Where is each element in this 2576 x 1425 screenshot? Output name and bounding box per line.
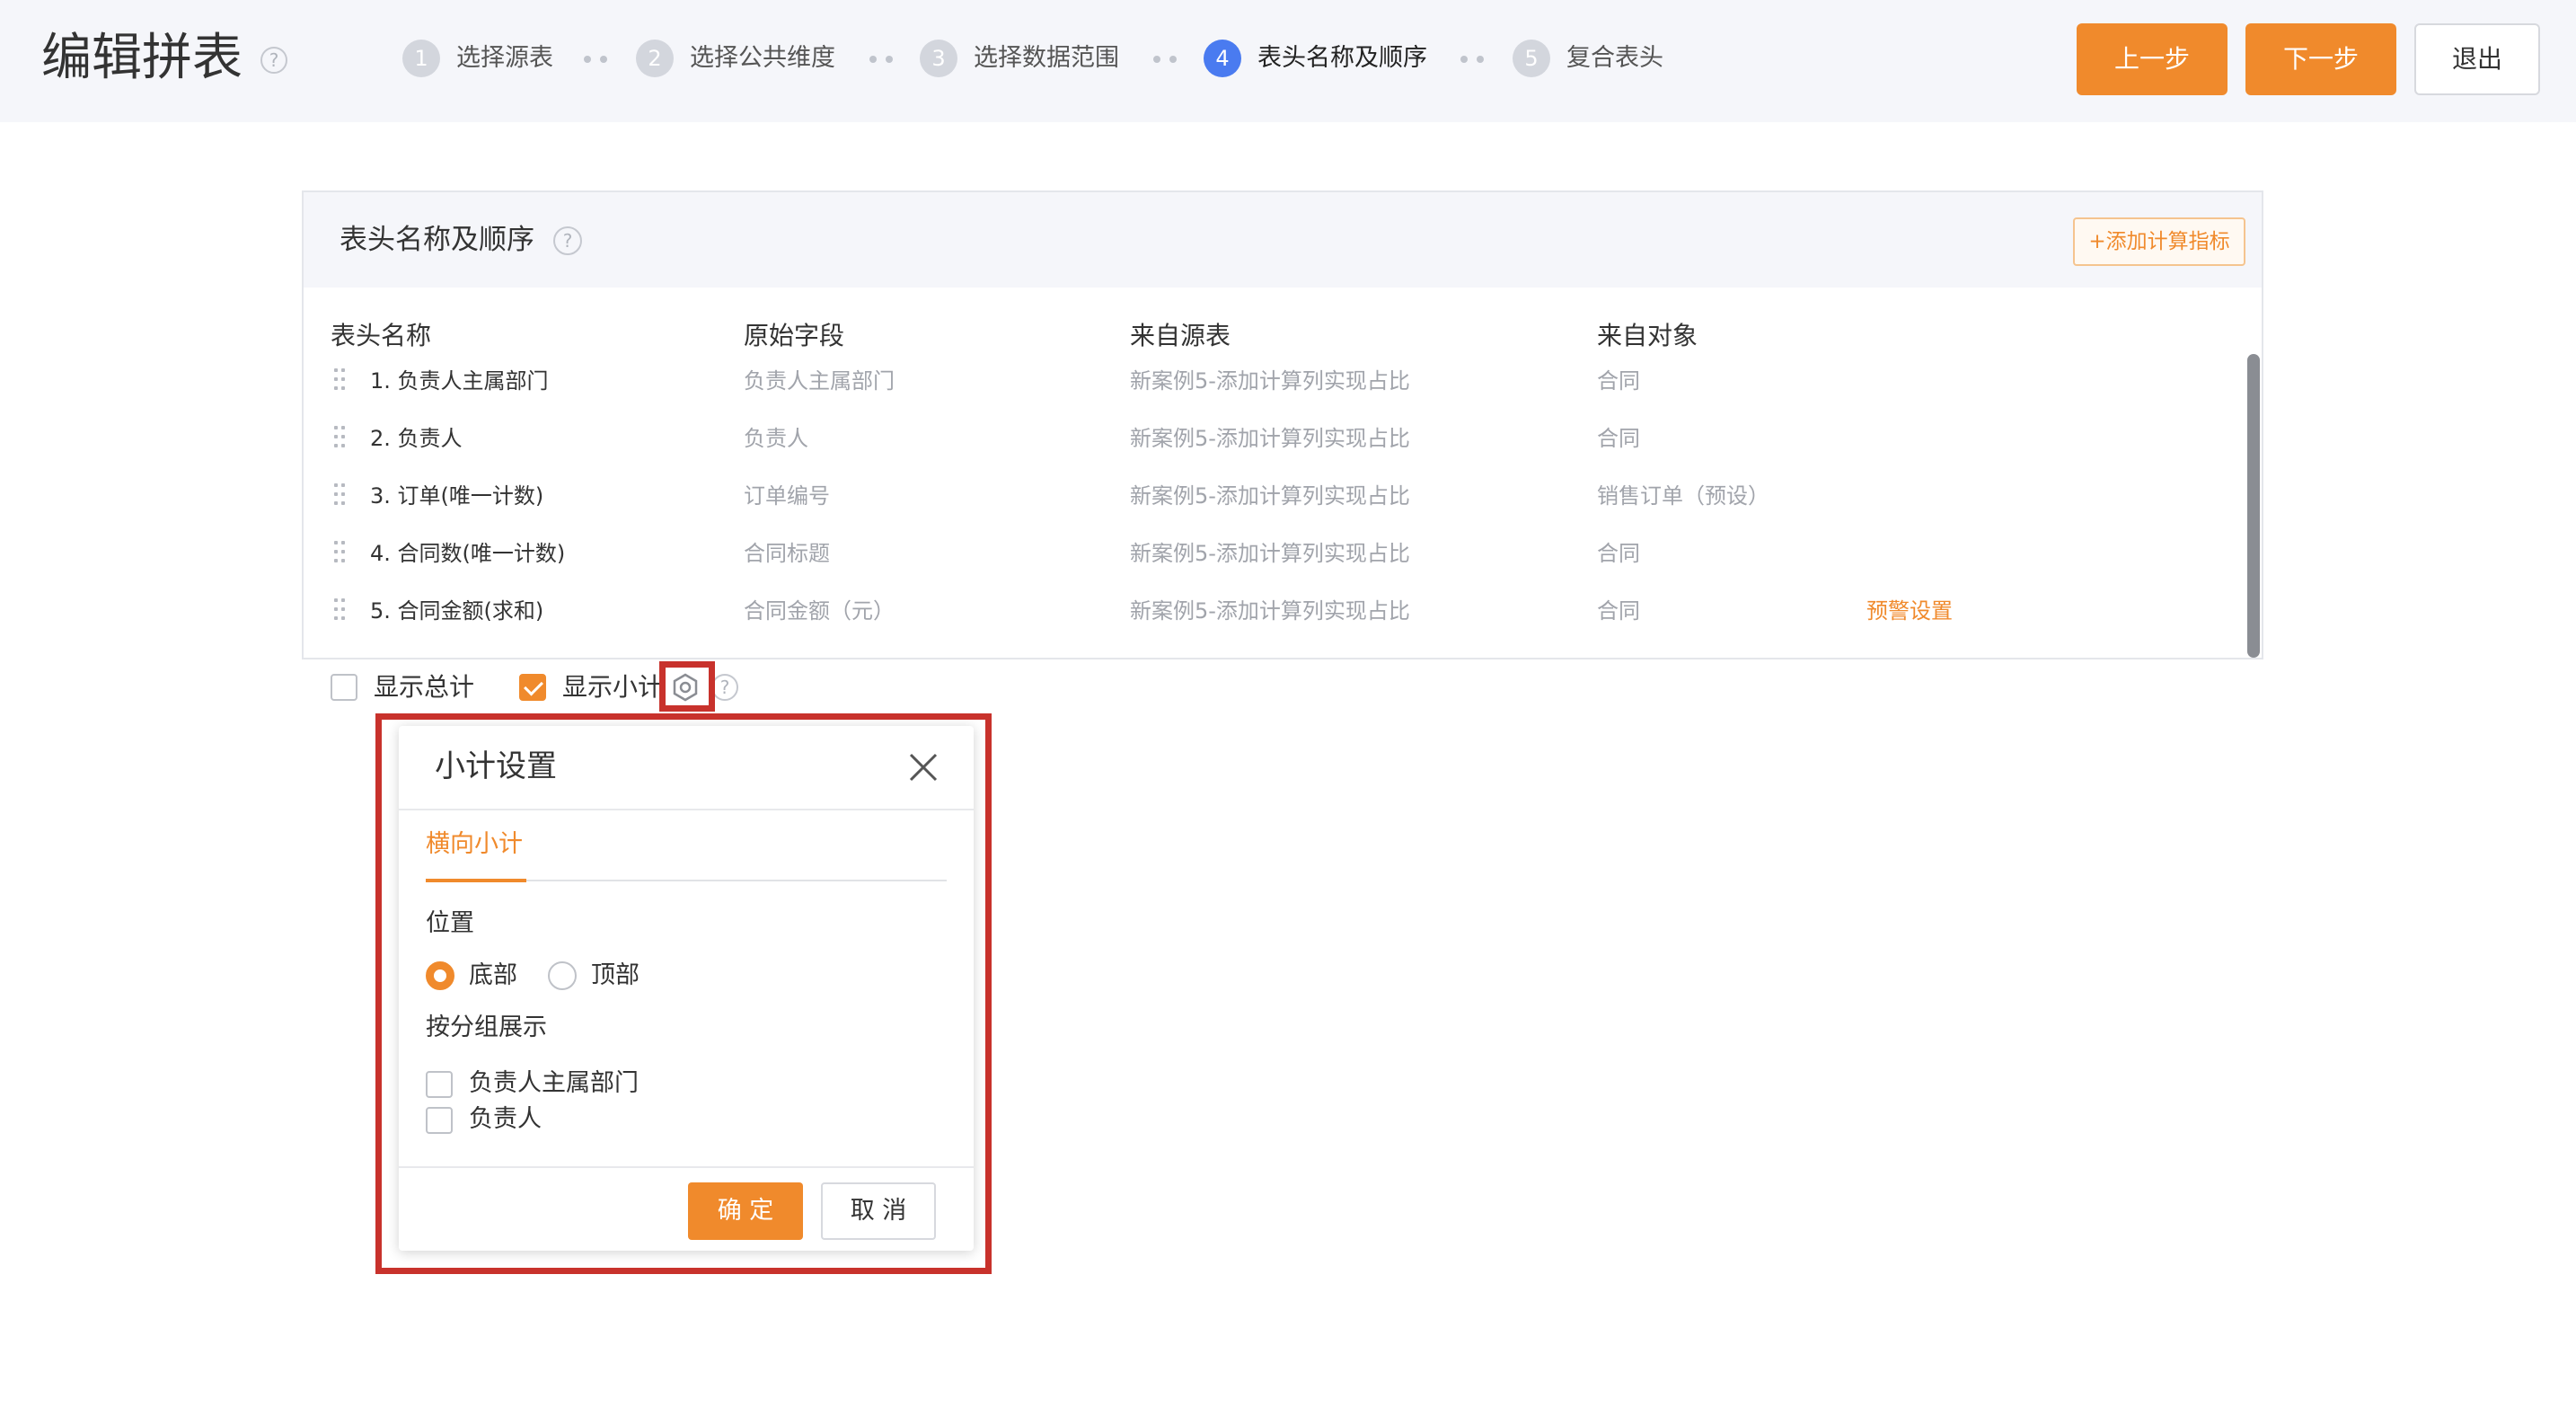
drag-handle-icon[interactable] bbox=[334, 483, 347, 509]
step-2-number[interactable]: 2 bbox=[636, 40, 674, 77]
drag-handle-icon[interactable] bbox=[334, 541, 347, 566]
step-separator bbox=[584, 56, 609, 63]
next-step-button[interactable]: 下一步 bbox=[2245, 23, 2396, 95]
step-separator bbox=[1460, 56, 1486, 63]
row-object: 合同 bbox=[1597, 598, 1640, 624]
page-title: 编辑拼表 bbox=[41, 29, 243, 87]
step-3-label[interactable]: 选择数据范围 bbox=[974, 40, 1119, 77]
help-icon-glyph: ? bbox=[269, 49, 279, 71]
step-2-label[interactable]: 选择公共维度 bbox=[690, 40, 835, 77]
alert-settings-link[interactable]: 预警设置 bbox=[1866, 593, 1953, 629]
card-header: 表头名称及顺序 ? +添加计算指标 bbox=[304, 192, 2262, 288]
row-source: 新案例5-添加计算列实现占比 bbox=[1130, 541, 1410, 566]
help-icon[interactable]: ? bbox=[260, 47, 287, 74]
highlight-box-gear bbox=[659, 661, 715, 712]
row-source: 新案例5-添加计算列实现占比 bbox=[1130, 598, 1410, 624]
row-field: 合同金额（元） bbox=[744, 598, 895, 624]
card-title: 表头名称及顺序 bbox=[340, 224, 534, 256]
row-object: 合同 bbox=[1597, 541, 1640, 566]
row-source: 新案例5-添加计算列实现占比 bbox=[1130, 368, 1410, 394]
column-header-source: 来自源表 bbox=[1130, 321, 1231, 350]
column-header-object: 来自对象 bbox=[1597, 321, 1698, 350]
show-total-checkbox[interactable] bbox=[331, 674, 357, 701]
step-1-label[interactable]: 选择源表 bbox=[456, 40, 553, 77]
row-source: 新案例5-添加计算列实现占比 bbox=[1130, 426, 1410, 451]
row-field: 负责人主属部门 bbox=[744, 368, 895, 394]
show-subtotal-checkbox[interactable] bbox=[519, 674, 546, 701]
show-total-label[interactable]: 显示总计 bbox=[374, 669, 474, 705]
row-object: 合同 bbox=[1597, 426, 1640, 451]
row-source: 新案例5-添加计算列实现占比 bbox=[1130, 483, 1410, 509]
row-field: 订单编号 bbox=[744, 483, 830, 509]
row-name: 4. 合同数(唯一计数) bbox=[370, 541, 566, 566]
top-bar: 编辑拼表 ? 1 选择源表 2 选择公共维度 3 选择数据范围 4 表头名称及顺… bbox=[0, 0, 2576, 122]
help-icon[interactable]: ? bbox=[553, 226, 582, 255]
row-object: 销售订单（预设） bbox=[1597, 483, 1769, 509]
step-3-number[interactable]: 3 bbox=[920, 40, 957, 77]
highlight-box-dialog bbox=[375, 713, 992, 1274]
column-header-name: 表头名称 bbox=[331, 321, 432, 350]
drag-handle-icon[interactable] bbox=[334, 368, 347, 394]
step-4-number[interactable]: 4 bbox=[1204, 40, 1241, 77]
drag-handle-icon[interactable] bbox=[334, 598, 347, 624]
drag-handle-icon[interactable] bbox=[334, 426, 347, 451]
row-field: 负责人 bbox=[744, 426, 808, 451]
exit-button[interactable]: 退出 bbox=[2414, 23, 2540, 95]
step-4-label[interactable]: 表头名称及顺序 bbox=[1257, 40, 1427, 77]
step-5-number[interactable]: 5 bbox=[1513, 40, 1550, 77]
table-scrollbar[interactable] bbox=[2247, 354, 2260, 658]
help-icon-glyph: ? bbox=[562, 230, 573, 252]
row-name: 3. 订单(唯一计数) bbox=[370, 483, 544, 509]
prev-step-button[interactable]: 上一步 bbox=[2077, 23, 2228, 95]
step-1-number[interactable]: 1 bbox=[402, 40, 440, 77]
help-icon[interactable]: ? bbox=[711, 674, 738, 701]
row-field: 合同标题 bbox=[744, 541, 830, 566]
row-name: 1. 负责人主属部门 bbox=[370, 368, 549, 394]
step-separator bbox=[869, 56, 895, 63]
row-name: 5. 合同金额(求和) bbox=[370, 598, 544, 624]
row-object: 合同 bbox=[1597, 368, 1640, 394]
show-subtotal-label[interactable]: 显示小计 bbox=[562, 669, 663, 705]
help-icon-glyph: ? bbox=[719, 677, 730, 698]
row-name: 2. 负责人 bbox=[370, 426, 463, 451]
header-order-card: 表头名称及顺序 ? +添加计算指标 表头名称 原始字段 来自源表 来自对象 1.… bbox=[302, 190, 2263, 659]
step-separator bbox=[1153, 56, 1178, 63]
add-metric-button[interactable]: +添加计算指标 bbox=[2073, 217, 2245, 266]
step-5-label[interactable]: 复合表头 bbox=[1566, 40, 1663, 77]
column-header-field: 原始字段 bbox=[744, 321, 845, 350]
